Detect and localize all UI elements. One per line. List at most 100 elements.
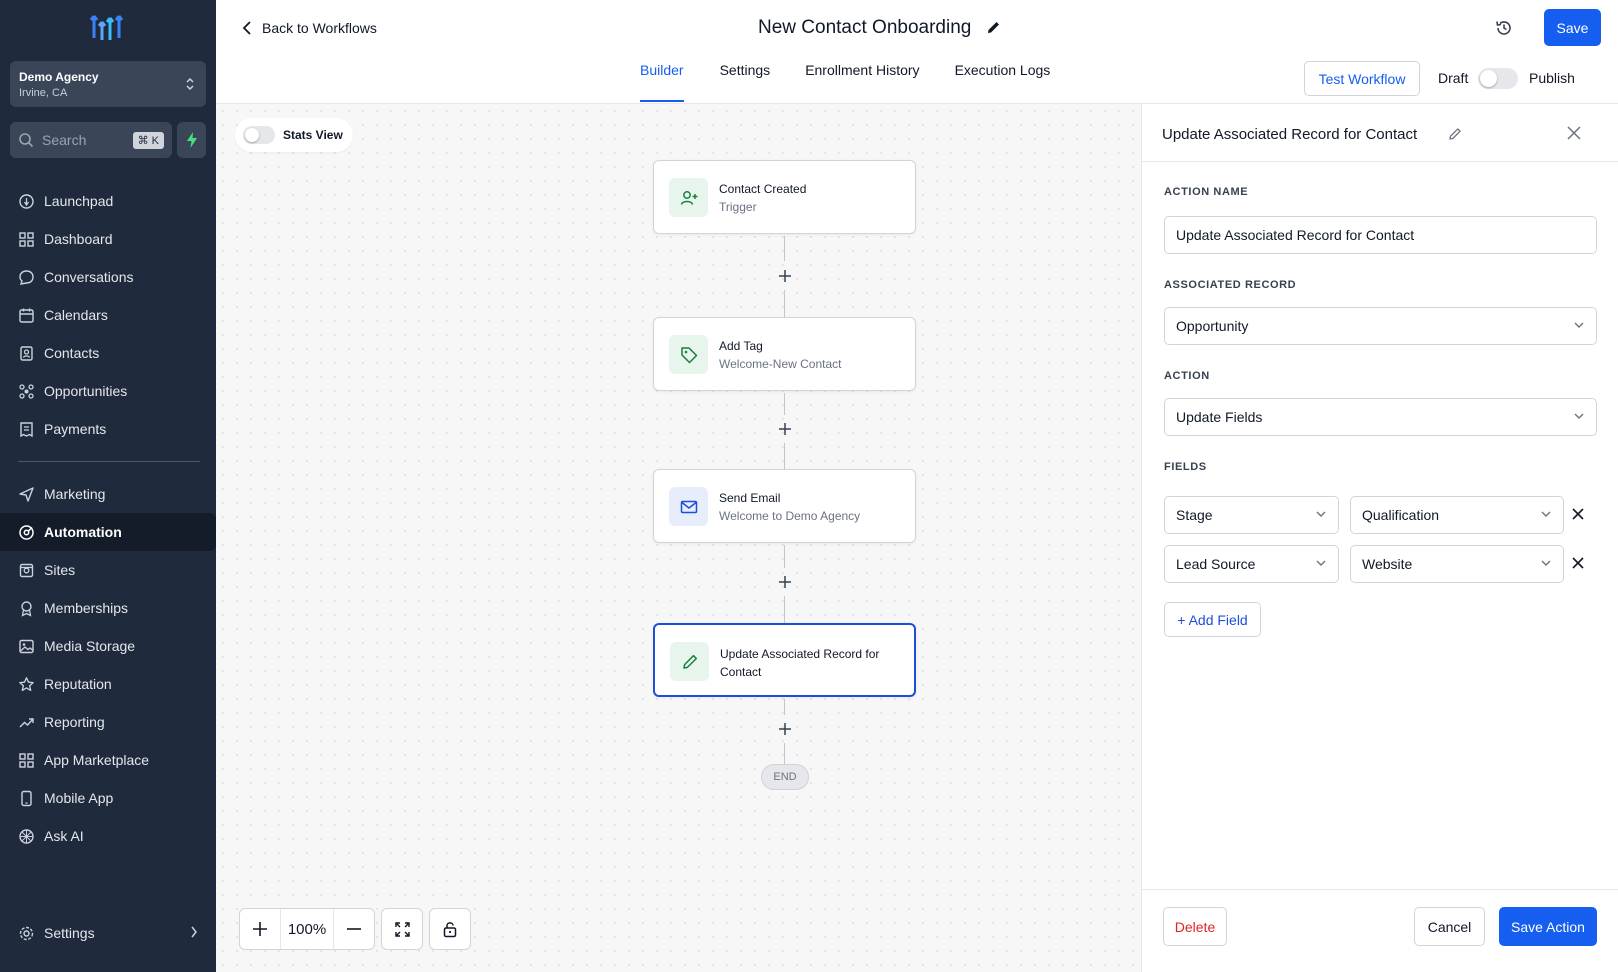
sidebar-item-conversations[interactable]: Conversations <box>0 258 216 296</box>
sidebar-item-reputation[interactable]: Reputation <box>0 665 216 703</box>
sidebar-item-media-storage[interactable]: Media Storage <box>0 627 216 665</box>
agency-location: Irvine, CA <box>19 87 68 99</box>
sidebar-divider <box>18 461 200 462</box>
sidebar-item-contacts[interactable]: Contacts <box>0 334 216 372</box>
field-value-select[interactable]: Website <box>1350 545 1564 583</box>
remove-field-icon[interactable] <box>1570 555 1588 573</box>
zoom-in-button[interactable] <box>240 909 280 949</box>
send-icon <box>18 486 35 503</box>
workflow-node-add-tag[interactable]: Add Tag Welcome-New Contact <box>653 317 916 391</box>
sidebar-item-label: Settings <box>44 925 95 941</box>
workflow-node-send-email[interactable]: Send Email Welcome to Demo Agency <box>653 469 916 543</box>
add-step-plus-icon[interactable] <box>776 420 794 438</box>
automation-icon <box>18 524 35 541</box>
action-select[interactable]: Update Fields <box>1164 398 1597 436</box>
delete-button[interactable]: Delete <box>1163 907 1227 946</box>
workflow-tabs: Builder Settings Enrollment History Exec… <box>640 58 1085 102</box>
sidebar-item-calendars[interactable]: Calendars <box>0 296 216 334</box>
tab-execution-logs[interactable]: Execution Logs <box>955 58 1051 102</box>
sidebar-item-label: Marketing <box>44 486 106 502</box>
connector-line <box>784 545 785 568</box>
sidebar-item-mobile-app[interactable]: Mobile App <box>0 779 216 817</box>
search-shortcut: ⌘ K <box>132 131 164 149</box>
stats-view-label: Stats View <box>283 128 343 142</box>
app-logo[interactable] <box>90 14 126 44</box>
sidebar-item-ask-ai[interactable]: Ask AI <box>0 817 216 855</box>
ai-icon <box>18 828 35 845</box>
sidebar-item-automation[interactable]: Automation <box>0 513 216 551</box>
sidebar-item-payments[interactable]: Payments <box>0 410 216 448</box>
cancel-button[interactable]: Cancel <box>1414 907 1485 946</box>
add-step-plus-icon[interactable] <box>776 267 794 285</box>
add-field-button[interactable]: + Add Field <box>1164 602 1261 637</box>
save-action-button[interactable]: Save Action <box>1499 907 1597 946</box>
node-title: Send Email <box>719 491 781 505</box>
agency-switcher[interactable]: Demo Agency Irvine, CA <box>10 61 206 107</box>
zoom-out-button[interactable] <box>334 909 374 949</box>
sidebar-item-label: Sites <box>44 562 76 578</box>
connector-line <box>784 290 785 317</box>
sidebar-item-settings[interactable]: Settings <box>0 914 216 952</box>
zoom-controls: 100% <box>239 908 471 950</box>
chevron-updown-icon <box>184 75 196 93</box>
tab-enrollment-history[interactable]: Enrollment History <box>805 58 919 102</box>
chevron-down-icon <box>1574 413 1584 420</box>
sidebar-item-dashboard[interactable]: Dashboard <box>0 220 216 258</box>
chevron-right-icon <box>190 926 198 938</box>
node-subtitle: Trigger <box>719 200 757 214</box>
field-value-select[interactable]: Qualification <box>1350 496 1564 534</box>
field-name-select[interactable]: Stage <box>1164 496 1339 534</box>
sidebar-item-sites[interactable]: Sites <box>0 551 216 589</box>
edit-name-pencil-icon[interactable] <box>1448 127 1462 141</box>
phone-icon <box>18 790 35 807</box>
connector-line <box>784 393 785 415</box>
associated-record-select[interactable]: Opportunity <box>1164 307 1597 345</box>
test-workflow-button[interactable]: Test Workflow <box>1304 61 1420 96</box>
workflow-node-update-record[interactable]: Update Associated Record for Contact <box>653 623 916 697</box>
close-icon[interactable] <box>1567 126 1581 140</box>
workflow-header: Back to Workflows New Contact Onboarding… <box>216 0 1618 104</box>
sidebar-item-launchpad[interactable]: Launchpad <box>0 182 216 220</box>
history-icon[interactable] <box>1494 18 1514 38</box>
field-name-select[interactable]: Lead Source <box>1164 545 1339 583</box>
tab-settings[interactable]: Settings <box>720 58 771 102</box>
add-step-plus-icon[interactable] <box>776 720 794 738</box>
fit-view-button[interactable] <box>381 908 423 950</box>
workflow-canvas[interactable]: Stats View Contact Created Trigger Add T… <box>216 104 1141 972</box>
sidebar-item-marketing[interactable]: Marketing <box>0 475 216 513</box>
publish-toggle[interactable] <box>1478 68 1518 89</box>
remove-field-icon[interactable] <box>1570 506 1588 524</box>
sidebar-item-memberships[interactable]: Memberships <box>0 589 216 627</box>
sidebar: Demo Agency Irvine, CA Search ⌘ K Launch… <box>0 0 216 972</box>
panel-title: Update Associated Record for Contact <box>1162 126 1418 143</box>
image-icon <box>18 638 35 655</box>
sidebar-item-app-marketplace[interactable]: App Marketplace <box>0 741 216 779</box>
back-to-workflows-link[interactable]: Back to Workflows <box>242 20 377 36</box>
sidebar-item-opportunities[interactable]: Opportunities <box>0 372 216 410</box>
tab-builder[interactable]: Builder <box>640 58 684 102</box>
save-button[interactable]: Save <box>1544 9 1601 46</box>
connector-line <box>784 699 785 715</box>
search-box[interactable]: Search ⌘ K <box>10 122 172 158</box>
stats-toggle-switch[interactable] <box>243 126 275 144</box>
minus-icon <box>346 921 362 937</box>
add-step-plus-icon[interactable] <box>776 573 794 591</box>
edit-title-pencil-icon[interactable] <box>986 20 1001 35</box>
tag-icon <box>669 335 708 374</box>
sidebar-item-label: Contacts <box>44 345 100 361</box>
sidebar-item-label: Launchpad <box>44 193 114 209</box>
action-name-input[interactable] <box>1164 216 1597 254</box>
launchpad-icon <box>18 193 35 210</box>
sidebar-item-label: Dashboard <box>44 231 113 247</box>
workflow-node-trigger[interactable]: Contact Created Trigger <box>653 160 916 234</box>
sidebar-item-label: Automation <box>44 524 122 540</box>
sidebar-item-label: Reporting <box>44 714 105 730</box>
quick-actions-button[interactable] <box>177 122 206 158</box>
sidebar-nav-secondary: Marketing Automation Sites Memberships M… <box>0 475 216 855</box>
connector-line <box>784 443 785 469</box>
sidebar-item-reporting[interactable]: Reporting <box>0 703 216 741</box>
sidebar-item-label: Calendars <box>44 307 108 323</box>
stats-view-toggle[interactable]: Stats View <box>235 118 353 152</box>
zoom-level: 100% <box>280 909 334 949</box>
lock-canvas-button[interactable] <box>429 908 471 950</box>
